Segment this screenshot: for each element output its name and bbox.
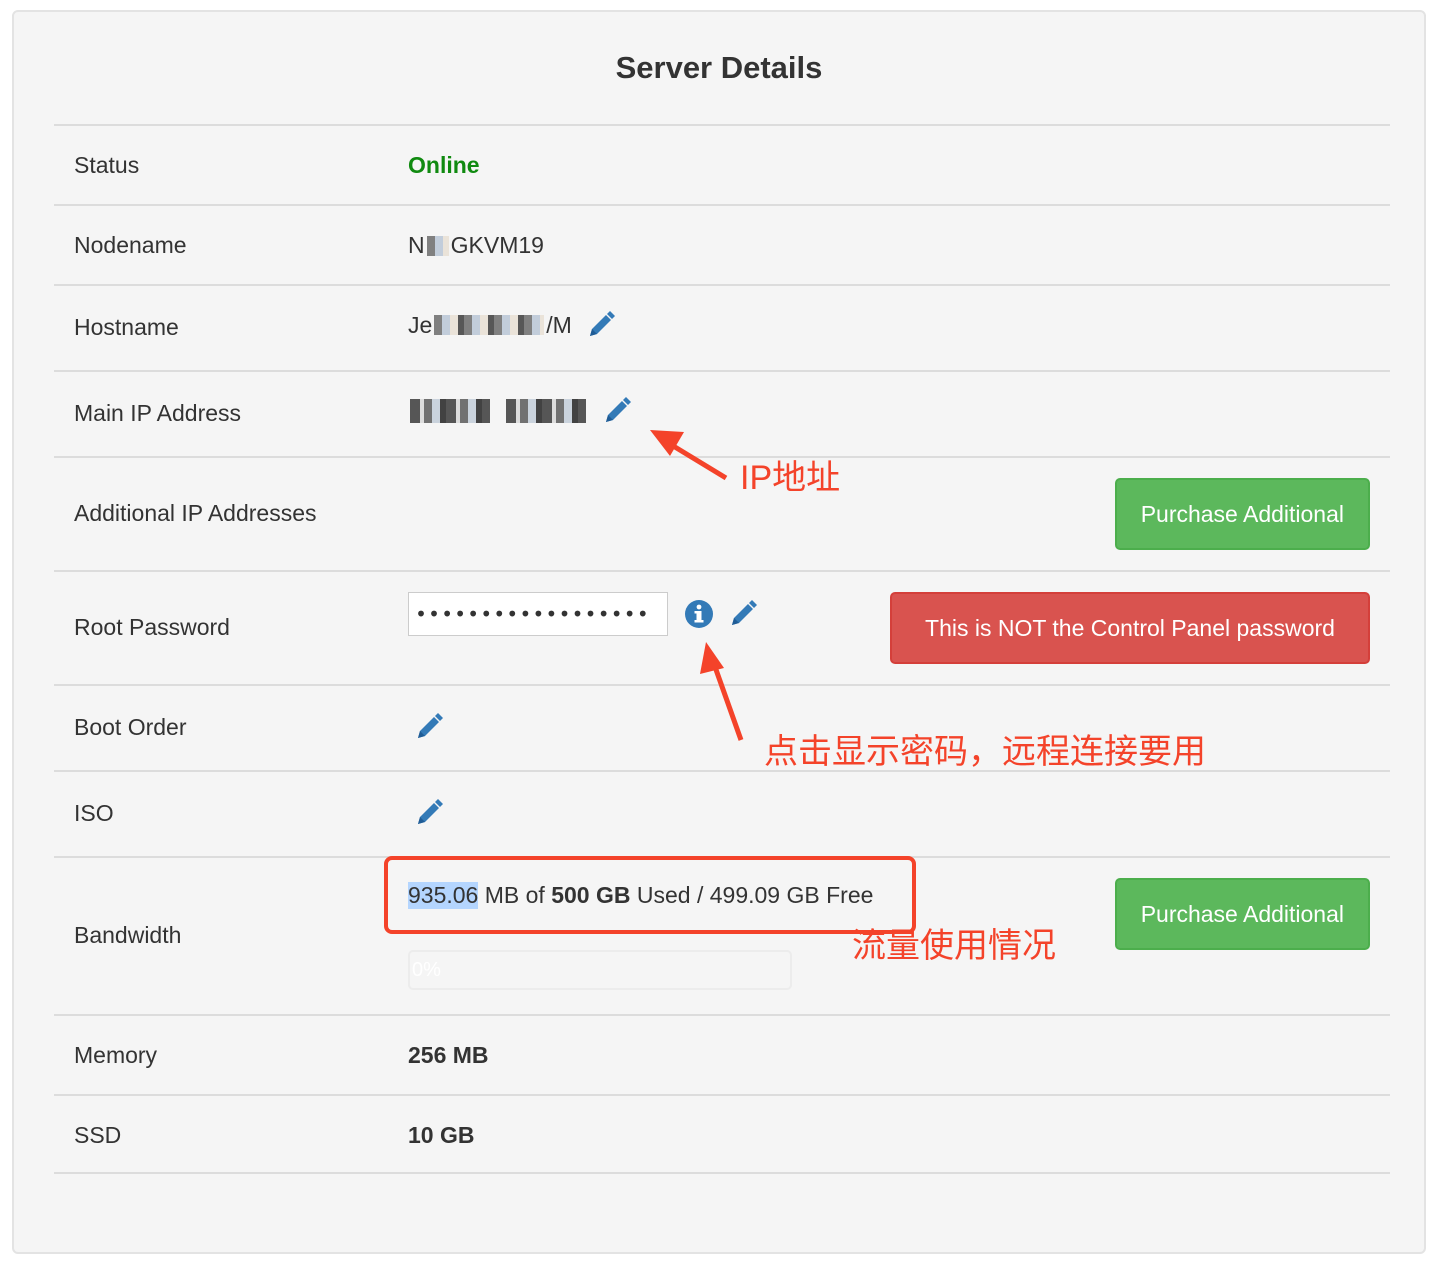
- memory-value: 256 MB: [408, 1042, 489, 1068]
- row-main-ip: Main IP Address: [54, 370, 1390, 456]
- row-root-password: Root Password This is NOT the Control Pa…: [54, 570, 1390, 684]
- status-value: Online: [408, 152, 480, 178]
- password-annotation: 点击显示密码，远程连接要用: [764, 733, 1206, 771]
- edit-pencil-icon[interactable]: [586, 310, 616, 340]
- hostname-suffix: /M: [546, 311, 572, 338]
- purchase-additional-bandwidth-button[interactable]: Purchase Additional: [1114, 878, 1370, 950]
- hostname-prefix: Je: [408, 311, 433, 338]
- additional-ip-label: Additional IP Addresses: [74, 500, 317, 526]
- password-warning-button[interactable]: This is NOT the Control Panel password: [890, 592, 1370, 664]
- server-details-panel: Server Details Status Online Nodename N …: [12, 10, 1426, 1254]
- boot-order-value: [400, 712, 444, 742]
- row-status: Status Online: [54, 124, 1390, 204]
- main-ip-label: Main IP Address: [74, 400, 242, 426]
- root-password-label: Root Password: [74, 614, 230, 640]
- bandwidth-label: Bandwidth: [74, 922, 182, 948]
- nodename-value: N GKVM19: [408, 232, 544, 259]
- row-iso: ISO: [54, 770, 1390, 856]
- ssd-label: SSD: [74, 1122, 122, 1148]
- redacted-blur: [434, 315, 545, 335]
- redacted-blur: [410, 399, 490, 423]
- redacted-blur: [506, 399, 586, 423]
- row-nodename: Nodename N GKVM19: [54, 204, 1390, 284]
- purchase-additional-ip-button[interactable]: Purchase Additional: [1114, 478, 1370, 550]
- edit-pencil-icon[interactable]: [414, 798, 444, 828]
- info-icon[interactable]: [684, 599, 714, 629]
- memory-label: Memory: [74, 1042, 158, 1068]
- edit-pencil-icon[interactable]: [414, 712, 444, 742]
- bandwidth-annotation-box: [384, 856, 916, 934]
- edit-pencil-icon[interactable]: [602, 396, 632, 426]
- root-password-input[interactable]: [408, 592, 668, 636]
- nodename-suffix: GKVM19: [450, 232, 544, 258]
- hostname-label: Hostname: [74, 314, 179, 340]
- row-memory: Memory 256 MB: [54, 1014, 1390, 1094]
- bandwidth-progress-bar: 0%: [408, 950, 792, 990]
- hostname-value: Je /M: [408, 310, 616, 340]
- row-hostname: Hostname Je /M: [54, 284, 1390, 370]
- bandwidth-annotation: 流量使用情况: [852, 927, 1056, 965]
- root-password-value: [408, 592, 758, 636]
- row-ssd: SSD 10 GB: [54, 1094, 1390, 1174]
- ssd-value: 10 GB: [408, 1122, 475, 1148]
- iso-value: [400, 798, 444, 828]
- details-table: Status Online Nodename N GKVM19 Hostname…: [54, 124, 1390, 1174]
- bandwidth-progress-label: 0%: [412, 958, 441, 981]
- nodename-prefix: N: [408, 232, 425, 258]
- redacted-blur: [426, 235, 449, 256]
- row-additional-ip: Additional IP Addresses Purchase Additio…: [54, 456, 1390, 570]
- edit-pencil-icon[interactable]: [728, 599, 758, 629]
- iso-label: ISO: [74, 800, 114, 826]
- ip-annotation: IP地址: [740, 459, 841, 497]
- nodename-label: Nodename: [74, 232, 187, 258]
- main-ip-value: [408, 396, 632, 426]
- panel-title: Server Details: [615, 50, 823, 85]
- status-label: Status: [74, 152, 140, 178]
- boot-order-label: Boot Order: [74, 714, 187, 740]
